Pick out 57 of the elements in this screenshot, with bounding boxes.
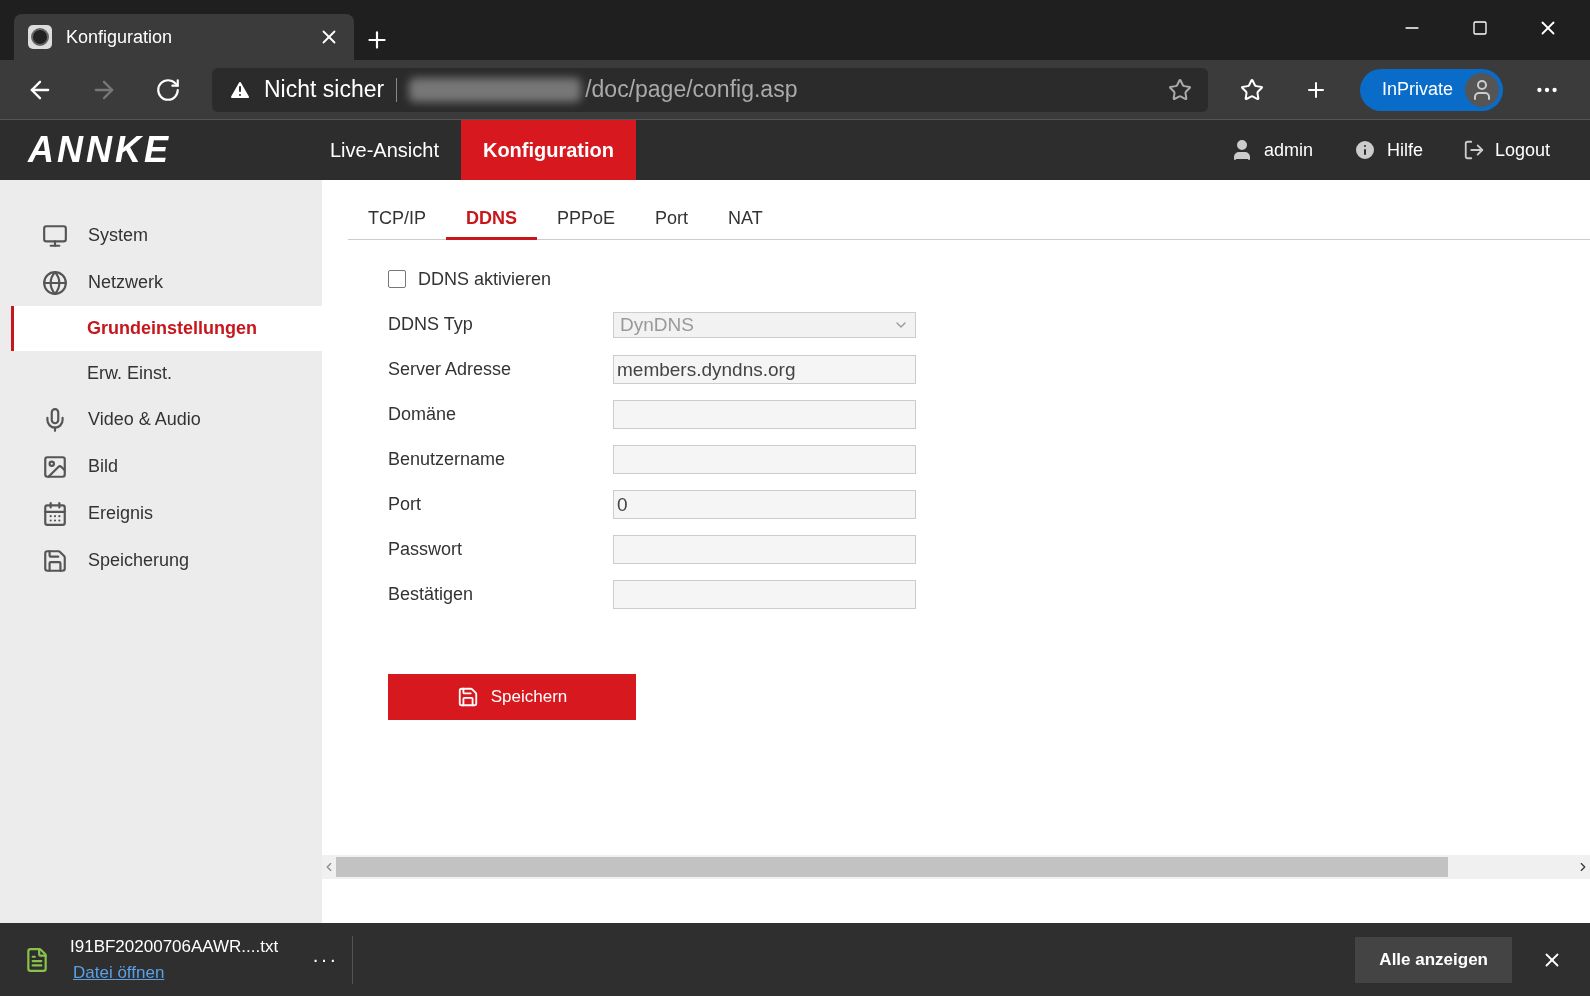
field-label: Domäne: [388, 404, 458, 425]
checkbox-label: DDNS aktivieren: [418, 268, 552, 290]
help-link[interactable]: Hilfe: [1386, 139, 1423, 161]
field-label: DDNS Typ: [388, 314, 474, 335]
nav-tab[interactable]: Live-Ansicht: [308, 120, 461, 180]
camera-icon: [28, 25, 52, 49]
input-field[interactable]: 0: [613, 490, 916, 519]
address-path: /doc/page/config.asp: [585, 76, 799, 103]
address-bar[interactable]: Nicht sicher /doc/page/config.asp: [212, 67, 1208, 112]
reload-icon[interactable]: [155, 76, 181, 103]
show-all-button[interactable]: Alle anzeigen: [1355, 936, 1512, 983]
image-icon: [42, 453, 68, 480]
sidebar-subitem[interactable]: Grundeinstellungen: [11, 306, 322, 351]
file-icon: [24, 946, 50, 973]
tab[interactable]: PPPoE: [537, 198, 636, 240]
field-label: Benutzername: [388, 449, 507, 470]
field-label: Passwort: [388, 539, 464, 560]
security-label: Nicht sicher: [264, 76, 385, 103]
logout-icon: [1462, 139, 1485, 161]
more-button[interactable]: ···: [298, 935, 354, 984]
open-file-link[interactable]: Datei öffnen: [73, 962, 279, 983]
sidebar-item[interactable]: System: [0, 212, 322, 259]
input-field[interactable]: [613, 580, 916, 609]
logout-link[interactable]: Logout: [1494, 139, 1550, 161]
avatar-icon: [1465, 72, 1500, 107]
save-button[interactable]: Speichern: [388, 674, 636, 720]
input-field[interactable]: [613, 400, 916, 429]
scrollbar[interactable]: [322, 855, 1590, 879]
calendar-icon: [42, 500, 68, 527]
monitor-icon: [42, 222, 68, 249]
user-link[interactable]: admin: [1263, 139, 1313, 161]
browser-tab[interactable]: Konfiguration: [14, 14, 354, 60]
sidebar-subitem[interactable]: Erw. Einst.: [0, 351, 322, 396]
field-label: Bestätigen: [388, 584, 475, 605]
star-icon[interactable]: [1168, 77, 1192, 102]
tab[interactable]: NAT: [708, 198, 783, 240]
checkbox[interactable]: [388, 270, 406, 288]
profile-button[interactable]: InPrivate: [1360, 68, 1504, 111]
tab[interactable]: DDNS: [446, 198, 538, 240]
sidebar-item[interactable]: Netzwerk: [0, 259, 322, 306]
maximize-icon[interactable]: [1472, 20, 1488, 36]
tab[interactable]: TCP/IP: [348, 198, 446, 240]
tab[interactable]: Port: [635, 198, 709, 240]
sidebar-item[interactable]: Speicherung: [0, 537, 322, 584]
input-field[interactable]: [613, 445, 916, 474]
sidebar-item[interactable]: Ereignis: [0, 490, 322, 537]
favorites-icon[interactable]: [1240, 77, 1264, 102]
nav-tab[interactable]: Konfiguration: [460, 120, 637, 180]
file-name: I91BF20200706AAWR....txt: [70, 936, 279, 957]
input-field[interactable]: [613, 535, 916, 564]
field-label: Port: [388, 494, 422, 515]
globe-icon: [42, 269, 68, 296]
sidebar-item[interactable]: Video & Audio: [0, 396, 322, 443]
input-field[interactable]: members.dyndns.org: [613, 355, 916, 384]
logo: ANNKE: [26, 129, 172, 171]
field-label: Server Adresse: [388, 359, 513, 380]
sidebar-item[interactable]: Bild: [0, 443, 322, 490]
